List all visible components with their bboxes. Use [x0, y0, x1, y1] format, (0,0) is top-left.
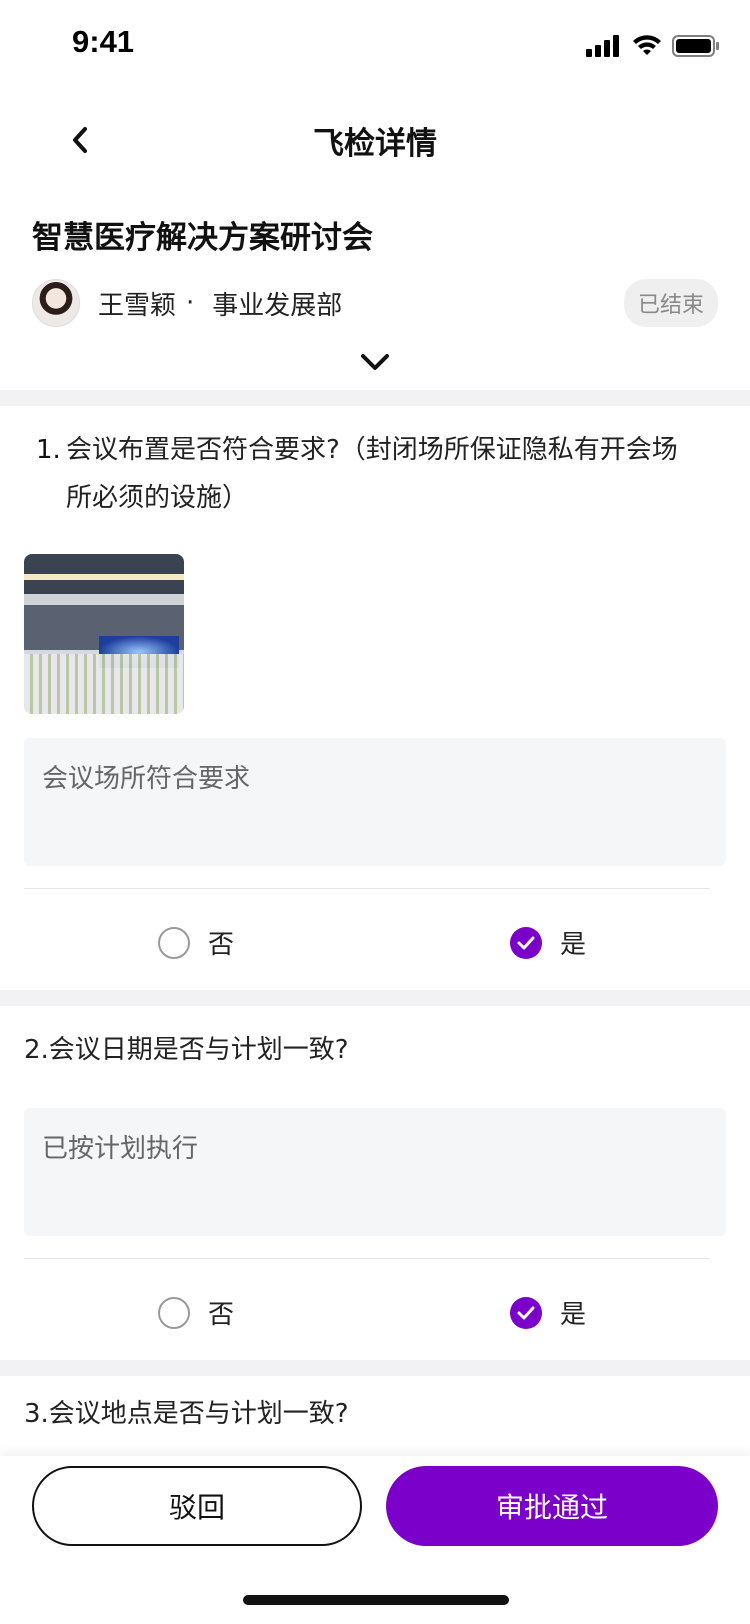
status-badge: 已结束: [623, 279, 718, 327]
divider: [24, 888, 710, 889]
question-text: 3.会议地点是否与计划一致?: [24, 1399, 349, 1429]
owner-name: 王雪颖: [98, 290, 177, 321]
answer-field[interactable]: 已按计划执行: [24, 1108, 726, 1236]
chevron-down-icon: [361, 354, 389, 370]
question-number: 1.: [36, 435, 61, 465]
radio-group: 否 是: [0, 1294, 750, 1354]
question-text: 会议布置是否符合要求?（封闭场所保证隐私有开会场所必须的设施）: [66, 435, 678, 513]
status-bar: 9:41: [0, 0, 750, 90]
wifi-icon: [633, 35, 661, 55]
divider: [24, 1258, 710, 1259]
radio-label-no: 否: [208, 930, 235, 960]
home-indicator[interactable]: [243, 1595, 509, 1605]
radio-yes[interactable]: 是: [510, 924, 586, 961]
signal-icon: [586, 35, 619, 57]
question-section-1: 1. 会议布置是否符合要求?（封闭场所保证隐私有开会场所必须的设施） 会议场所符…: [0, 406, 750, 990]
meeting-header: 智慧医疗解决方案研讨会 王雪颖 · 事业发展部 已结束: [0, 190, 750, 390]
owner-row: 王雪颖 · 事业发展部 已结束: [32, 278, 718, 328]
radio-no[interactable]: 否: [158, 924, 234, 961]
checkmark-icon: [510, 926, 542, 959]
question-section-3: 3.会议地点是否与计划一致?: [0, 1376, 750, 1456]
checkmark-icon: [510, 1296, 542, 1329]
venue-photo[interactable]: [24, 554, 184, 714]
owner-department: 事业发展部: [212, 290, 343, 321]
status-icons: [586, 32, 720, 60]
page-title: 飞检详情: [313, 126, 437, 162]
status-time: 9:41: [72, 24, 135, 59]
approve-button[interactable]: 审批通过: [386, 1466, 718, 1546]
question-section-2: 2.会议日期是否与计划一致? 已按计划执行 否 是: [0, 1006, 750, 1360]
nav-bar: 飞检详情: [0, 90, 750, 190]
question-text: 2.会议日期是否与计划一致?: [24, 1035, 349, 1065]
radio-label-yes: 是: [560, 1300, 587, 1330]
expand-button[interactable]: [355, 350, 395, 374]
section-divider: [0, 390, 750, 406]
avatar: [32, 279, 80, 327]
radio-label-yes: 是: [560, 930, 587, 960]
reject-button[interactable]: 驳回: [32, 1466, 362, 1546]
radio-label-no: 否: [208, 1300, 235, 1330]
answer-field[interactable]: 会议场所符合要求: [24, 738, 726, 866]
battery-icon: [672, 35, 719, 57]
radio-unchecked-icon: [158, 926, 190, 959]
section-divider: [0, 990, 750, 1006]
radio-no[interactable]: 否: [158, 1294, 234, 1331]
meeting-title: 智慧医疗解决方案研讨会: [32, 220, 373, 256]
radio-yes[interactable]: 是: [510, 1294, 586, 1331]
radio-unchecked-icon: [158, 1296, 190, 1329]
section-divider: [0, 1360, 750, 1376]
owner-separator: ·: [186, 288, 195, 318]
radio-group: 否 是: [0, 924, 750, 984]
